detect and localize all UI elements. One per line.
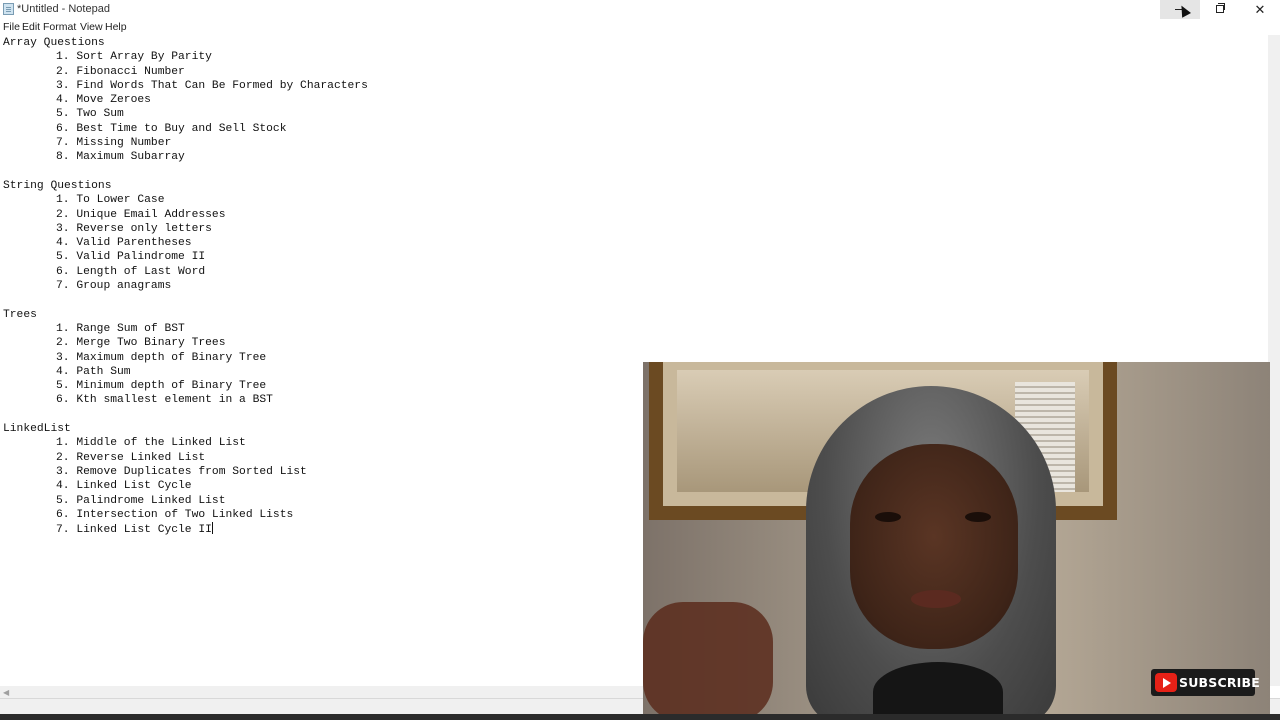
list-item: 1. Sort Array By Parity <box>56 51 212 64</box>
menu-file[interactable]: File <box>3 21 20 33</box>
presenter-mouth <box>911 590 961 608</box>
close-icon: ✕ <box>1254 2 1266 17</box>
list-item: 3. Remove Duplicates from Sorted List <box>56 465 307 478</box>
list-item: 2. Reverse Linked List <box>56 451 206 464</box>
section-heading: Array Questions <box>3 37 105 49</box>
menu-view[interactable]: View <box>80 21 103 33</box>
list-item: 7. Missing Number <box>56 137 172 150</box>
menu-edit[interactable]: Edit <box>22 21 40 33</box>
list-item: 6. Length of Last Word <box>56 265 206 278</box>
list-item: 4. Path Sum <box>56 365 131 378</box>
presenter-eye-right <box>965 512 991 522</box>
window-title: *Untitled - Notepad <box>17 3 110 15</box>
list-item: 2. Merge Two Binary Trees <box>56 337 226 350</box>
list-item: 7. Group anagrams <box>56 280 172 293</box>
scroll-left-icon[interactable]: ◀ <box>3 688 9 697</box>
list-item: 6. Best Time to Buy and Sell Stock <box>56 122 287 135</box>
section-heading: Trees <box>3 308 37 321</box>
list-item: 3. Reverse only letters <box>56 222 212 235</box>
webcam-overlay <box>643 362 1270 714</box>
list-item: 6. Intersection of Two Linked Lists <box>56 508 294 521</box>
presenter-eye-left <box>875 512 901 522</box>
section-heading: LinkedList <box>3 423 71 436</box>
title-bar: *Untitled - Notepad ✕ <box>0 0 1280 19</box>
restore-icon <box>1216 3 1225 13</box>
taskbar-edge <box>0 714 1280 720</box>
list-item: 1. To Lower Case <box>56 194 165 207</box>
list-item: 1. Range Sum of BST <box>56 322 185 335</box>
list-item-last: 7. Linked List Cycle II <box>3 522 368 536</box>
list-item: 4. Linked List Cycle <box>56 480 192 493</box>
presenter-face <box>850 444 1018 649</box>
list-item: 2. Unique Email Addresses <box>56 208 226 221</box>
maximize-button[interactable] <box>1200 0 1240 19</box>
list-item: 4. Move Zeroes <box>56 94 151 107</box>
list-item: 8. Maximum Subarray <box>56 151 185 164</box>
menu-format[interactable]: Format <box>43 21 76 33</box>
notepad-icon <box>3 3 14 15</box>
menu-bar: File Edit Format View Help <box>0 19 1280 36</box>
close-button[interactable]: ✕ <box>1240 0 1280 19</box>
list-item: 5. Valid Palindrome II <box>56 251 206 264</box>
subscribe-label: SUBSCRIBE <box>1179 675 1260 690</box>
list-item: 6. Kth smallest element in a BST <box>56 394 273 407</box>
list-item: 3. Maximum depth of Binary Tree <box>56 351 267 364</box>
presenter-shirt <box>873 662 1003 714</box>
list-item: 5. Two Sum <box>56 108 124 121</box>
list-item-text: 7. Linked List Cycle II <box>56 524 212 537</box>
list-item: 5. Minimum depth of Binary Tree <box>56 380 267 393</box>
subscribe-button[interactable]: SUBSCRIBE <box>1151 669 1260 696</box>
chair-back <box>643 602 773 714</box>
list-item: 3. Find Words That Can Be Formed by Char… <box>56 79 368 92</box>
list-item: 5. Palindrome Linked List <box>56 494 226 507</box>
document-text[interactable]: Array Questions 1. Sort Array By Parity … <box>3 36 368 536</box>
text-caret <box>211 522 213 535</box>
list-item: 4. Valid Parentheses <box>56 237 192 250</box>
list-item: 2. Fibonacci Number <box>56 65 185 78</box>
youtube-play-icon <box>1155 673 1177 692</box>
list-item: 1. Middle of the Linked List <box>56 437 246 450</box>
section-heading: String Questions <box>3 179 112 192</box>
menu-help[interactable]: Help <box>105 21 127 33</box>
